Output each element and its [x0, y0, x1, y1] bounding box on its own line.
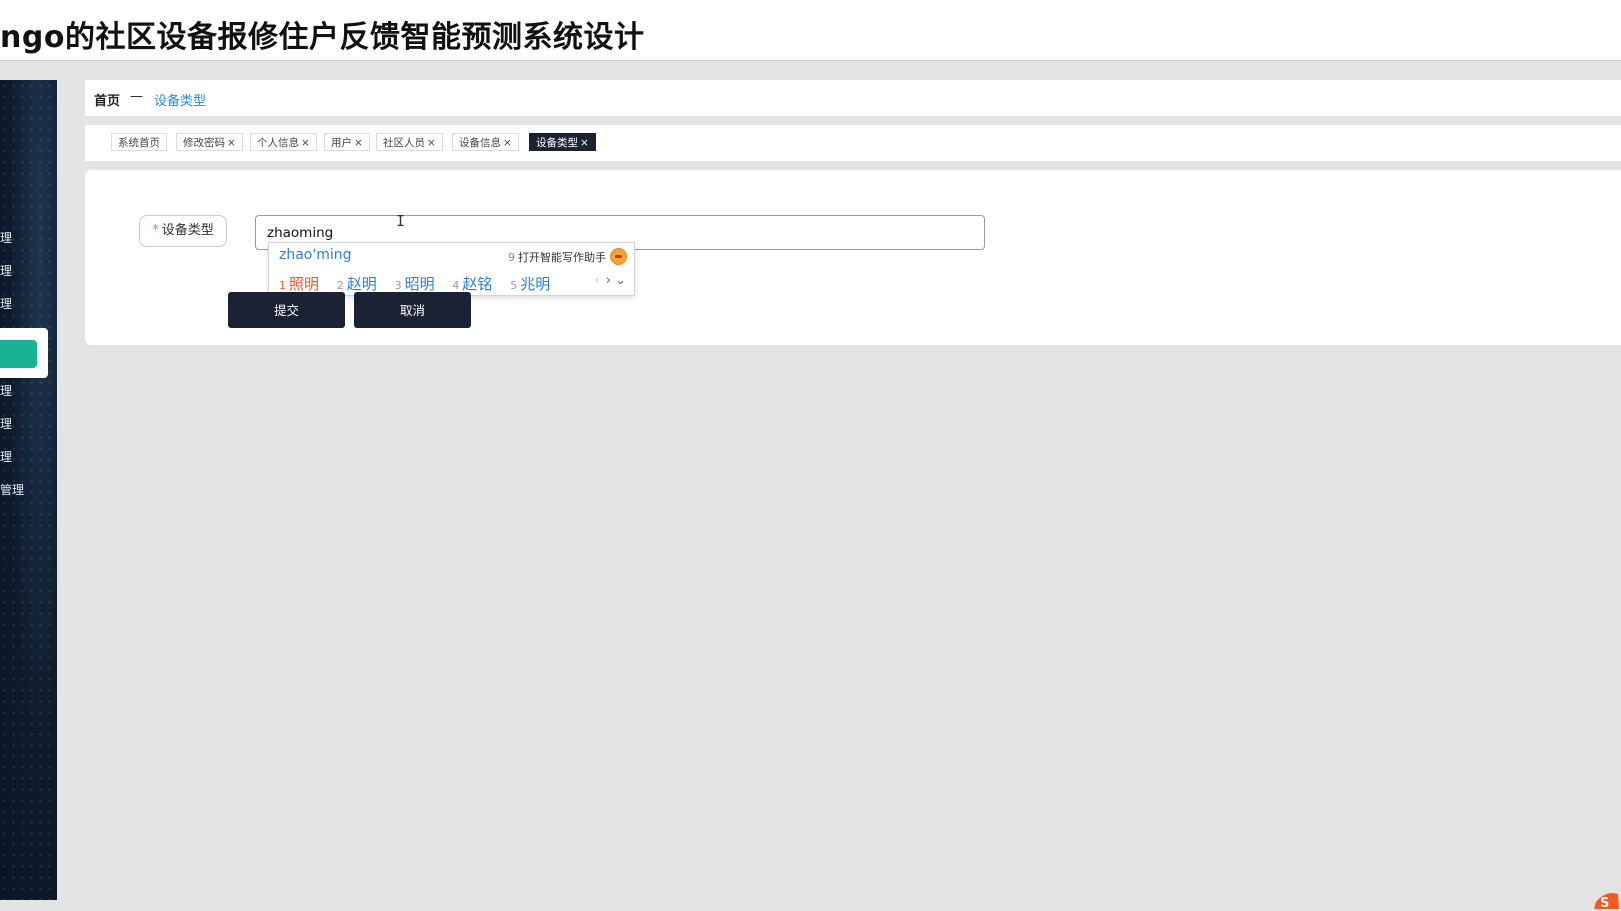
- cancel-button[interactable]: 取消: [354, 292, 471, 328]
- ime-candidate-number: 2: [336, 279, 344, 292]
- ime-candidate-number: 4: [452, 279, 460, 292]
- ime-candidate-popup: zhao'ming 9 打开智能写作助手 1 照明 2 赵明 3 昭明 4 赵铭 5 兆明 …: [268, 242, 635, 296]
- ime-assist-number: 9: [508, 251, 515, 264]
- tab-close-icon[interactable]: ×: [503, 137, 512, 149]
- ime-candidate-number: 3: [394, 279, 402, 292]
- sidebar-item-7[interactable]: 理: [0, 448, 12, 465]
- sidebar: 理 理 理 理 理 理 管理: [0, 80, 57, 900]
- sidebar-item-active[interactable]: [0, 328, 48, 378]
- ime-assist-text: 打开智能写作助手: [518, 251, 606, 264]
- device-type-label: * 设备类型: [139, 215, 227, 247]
- ime-candidate-5[interactable]: 5 兆明: [510, 273, 550, 294]
- ime-pinyin: zhao'ming: [279, 247, 352, 263]
- sidebar-item-8[interactable]: 管理: [0, 481, 24, 498]
- tab-close-icon[interactable]: ×: [354, 137, 363, 149]
- tab-label: 系统首页: [118, 137, 160, 149]
- tab-users[interactable]: 用户 ×: [324, 133, 370, 151]
- tab-close-icon[interactable]: ×: [301, 137, 310, 149]
- ime-prev-page-icon[interactable]: ‹: [595, 273, 600, 288]
- device-type-label-text: 设备类型: [161, 223, 214, 238]
- tab-home[interactable]: 系统首页: [111, 133, 167, 151]
- ime-candidate-list: 1 照明 2 赵明 3 昭明 4 赵铭 5 兆明: [279, 273, 563, 294]
- sidebar-item-5[interactable]: 理: [0, 382, 12, 399]
- required-mark: *: [152, 223, 159, 238]
- tab-change-password[interactable]: 修改密码 ×: [176, 133, 243, 151]
- breadcrumb-home[interactable]: 首页: [94, 90, 120, 109]
- ime-candidate-text: 昭明: [404, 275, 435, 293]
- tab-personal-info[interactable]: 个人信息 ×: [250, 133, 317, 151]
- ime-candidate-1[interactable]: 1 照明: [279, 273, 319, 294]
- sogou-ime-logo-icon: S: [1594, 893, 1619, 911]
- ime-candidate-4[interactable]: 4 赵铭: [452, 273, 492, 294]
- text-cursor-icon: I: [396, 212, 406, 230]
- tab-device-type[interactable]: 设备类型 ×: [529, 133, 596, 151]
- tab-device-info[interactable]: 设备信息 ×: [452, 133, 519, 151]
- sidebar-item-3[interactable]: 理: [0, 295, 12, 312]
- tab-label: 设备类型: [536, 137, 578, 149]
- ime-candidate-2[interactable]: 2 赵明: [337, 273, 377, 294]
- ime-candidate-text: 赵明: [346, 275, 377, 293]
- window-title: ngo的社区设备报修住户反馈智能预测系统设计: [0, 20, 645, 55]
- ime-next-page-icon[interactable]: ›: [606, 273, 611, 288]
- tab-bar: 系统首页 修改密码 × 个人信息 × 用户 × 社区人员 × 设备信息 × 设备类型 ×: [85, 125, 1621, 161]
- breadcrumb: 首页 — 设备类型: [85, 80, 1621, 116]
- sidebar-item-1[interactable]: 理: [0, 229, 12, 246]
- ime-candidate-text: 赵铭: [462, 275, 493, 293]
- tab-label: 个人信息: [257, 137, 299, 149]
- tab-close-icon[interactable]: ×: [227, 137, 236, 149]
- sidebar-item-2[interactable]: 理: [0, 262, 12, 279]
- sidebar-active-indicator: [0, 340, 37, 368]
- tab-label: 社区人员: [383, 137, 425, 149]
- tab-label: 修改密码: [183, 137, 225, 149]
- tab-community-staff[interactable]: 社区人员 ×: [376, 133, 443, 151]
- tab-label: 设备信息: [459, 137, 501, 149]
- ime-candidate-3[interactable]: 3 昭明: [395, 273, 435, 294]
- breadcrumb-current: 设备类型: [154, 94, 207, 109]
- ime-candidate-text: 照明: [289, 275, 320, 293]
- tab-label: 用户: [331, 137, 352, 149]
- tab-close-icon[interactable]: ×: [427, 137, 436, 149]
- submit-button[interactable]: 提交: [228, 292, 345, 328]
- ime-page-nav: ‹ › ⌄: [595, 273, 626, 288]
- ime-mascot-icon[interactable]: [610, 248, 627, 265]
- svg-text:S: S: [1600, 896, 1609, 911]
- ime-candidate-text: 兆明: [520, 275, 551, 293]
- ime-candidate-number: 1: [279, 279, 286, 292]
- ime-expand-icon[interactable]: ⌄: [615, 273, 626, 288]
- ime-candidate-number: 5: [510, 279, 518, 292]
- tab-close-icon[interactable]: ×: [580, 137, 589, 149]
- breadcrumb-separator: —: [130, 89, 143, 104]
- window-title-bar: ngo的社区设备报修住户反馈智能预测系统设计: [0, 0, 1621, 61]
- sidebar-item-6[interactable]: 理: [0, 415, 12, 432]
- ime-writing-assistant[interactable]: 9 打开智能写作助手: [508, 249, 606, 265]
